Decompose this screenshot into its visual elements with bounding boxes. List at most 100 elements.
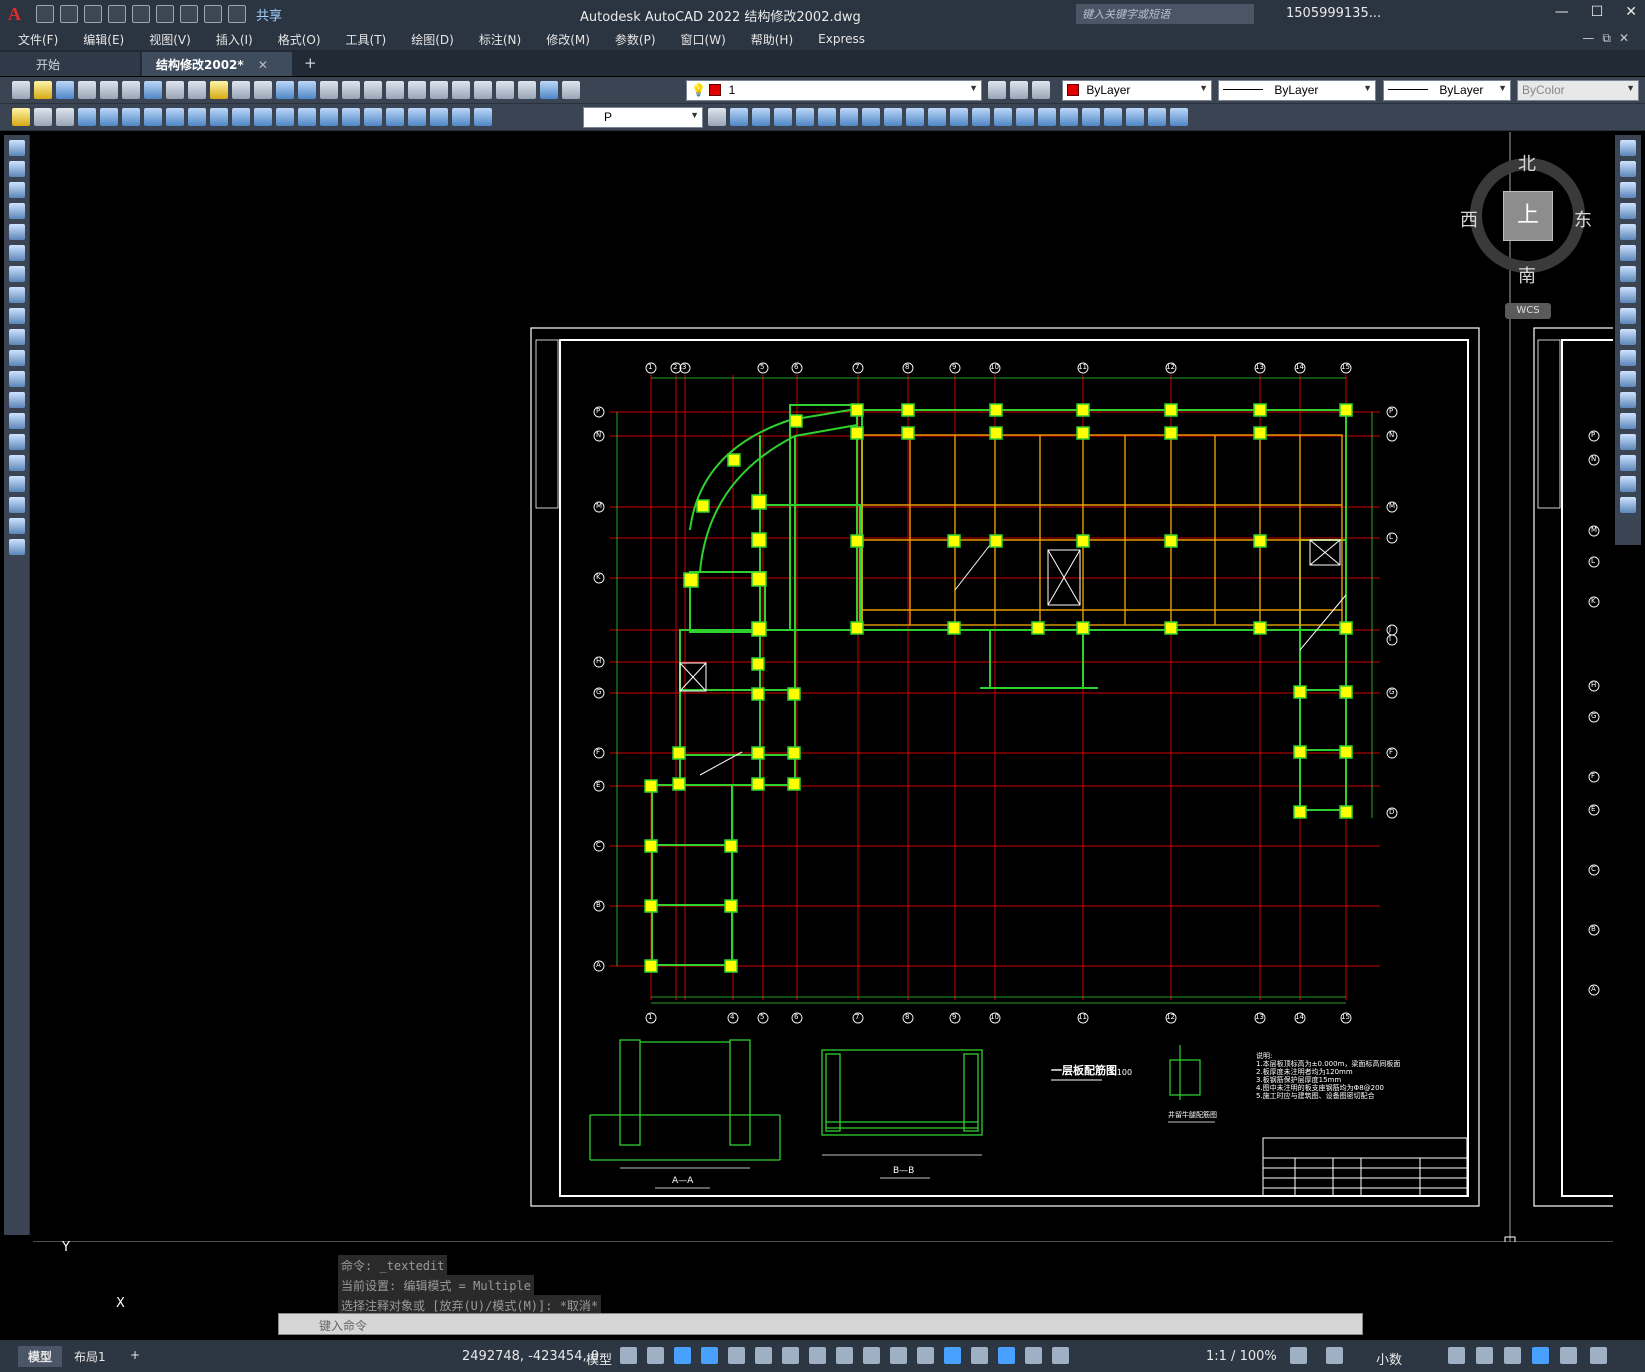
explode-side-icon[interactable]: [1620, 497, 1636, 513]
menu-draw[interactable]: 绘图(D): [411, 31, 454, 48]
menu-file[interactable]: 文件(F): [18, 31, 58, 48]
join-icon[interactable]: [994, 108, 1012, 126]
save-icon[interactable]: [84, 5, 102, 23]
cut-icon[interactable]: [166, 81, 184, 99]
offset-side-icon[interactable]: [1620, 203, 1636, 219]
grid-icon[interactable]: [620, 1347, 637, 1364]
user-account[interactable]: 1505999135...: [1286, 6, 1381, 21]
wcs-menu[interactable]: WCS: [1505, 303, 1551, 319]
trim-side-icon[interactable]: [1620, 329, 1636, 345]
make-current-layer-icon[interactable]: [988, 81, 1006, 99]
fillet-side-icon[interactable]: [1620, 455, 1636, 471]
undo-icon[interactable]: [204, 5, 222, 23]
erase-icon[interactable]: [730, 108, 748, 126]
help-icon[interactable]: [540, 81, 558, 99]
command-input[interactable]: 键入命令: [278, 1313, 1363, 1335]
scale-icon[interactable]: [884, 108, 902, 126]
paste-icon[interactable]: [210, 81, 228, 99]
zoom-previous-icon[interactable]: [386, 81, 404, 99]
menu-tools[interactable]: 工具(T): [346, 31, 387, 48]
dim-angular-icon[interactable]: [232, 108, 250, 126]
break-icon[interactable]: [972, 108, 990, 126]
viewcube-north[interactable]: 北: [1518, 150, 1536, 176]
redo-icon[interactable]: [228, 5, 246, 23]
dynamic-ucs-icon[interactable]: [944, 1347, 961, 1364]
model-space-button[interactable]: 模型: [586, 1349, 612, 1368]
plot-file-icon[interactable]: [78, 81, 96, 99]
annotation-scale[interactable]: 1:1 / 100%: [1206, 1349, 1277, 1364]
menu-help[interactable]: 帮助(H): [751, 31, 793, 48]
tab-active-drawing[interactable]: 结构修改2002* ✕: [142, 52, 292, 76]
arc-icon[interactable]: [9, 245, 25, 261]
object-snap-icon[interactable]: [809, 1347, 826, 1364]
dim-baseline-icon[interactable]: [276, 108, 294, 126]
layer-dropdown[interactable]: 💡 1 ▼: [686, 80, 982, 101]
viewcube-east[interactable]: 东: [1574, 206, 1592, 232]
rotate-side-icon[interactable]: [1620, 266, 1636, 282]
plotstyle-dropdown[interactable]: ByColor ▼: [1517, 80, 1639, 101]
open-icon[interactable]: [60, 5, 78, 23]
point-icon[interactable]: [1148, 108, 1166, 126]
ellipse-icon[interactable]: [9, 329, 25, 345]
linetype-dropdown[interactable]: ByLayer ▼: [1218, 80, 1376, 101]
region-icon[interactable]: [9, 476, 25, 492]
dim-space-icon[interactable]: [320, 108, 338, 126]
selection-cycling-icon[interactable]: [890, 1347, 907, 1364]
join-side-icon[interactable]: [1620, 413, 1636, 429]
draworder-icon[interactable]: [1082, 108, 1100, 126]
mirror-side-icon[interactable]: [1620, 182, 1636, 198]
mtext-icon[interactable]: [9, 518, 25, 534]
close-button[interactable]: ✕: [1625, 4, 1637, 20]
autocad-logo[interactable]: A: [8, 3, 30, 25]
lock-ui-icon[interactable]: [1476, 1347, 1493, 1364]
dim-break-icon[interactable]: [342, 108, 360, 126]
viewcube-west[interactable]: 西: [1460, 206, 1478, 232]
publish-icon[interactable]: [122, 81, 140, 99]
selection-filter-icon[interactable]: [971, 1347, 988, 1364]
point-draw-icon[interactable]: [9, 413, 25, 429]
tab-start[interactable]: 开始: [0, 52, 140, 76]
viewcube-top-face[interactable]: 上: [1503, 191, 1553, 241]
dim-continue-icon[interactable]: [298, 108, 316, 126]
save-as-icon[interactable]: [108, 5, 126, 23]
web-icon[interactable]: [144, 81, 162, 99]
zoom-realtime-icon[interactable]: [342, 81, 360, 99]
isolate-objects-icon[interactable]: [1504, 1347, 1521, 1364]
infer-constraints-icon[interactable]: [674, 1347, 691, 1364]
blend-side-icon[interactable]: [1620, 476, 1636, 492]
annotation-visibility-icon[interactable]: [1025, 1347, 1042, 1364]
undo-tool-icon[interactable]: [276, 81, 294, 99]
menu-window[interactable]: 窗口(W): [681, 31, 726, 48]
block-icon[interactable]: [9, 392, 25, 408]
layer-previous-icon[interactable]: [1010, 81, 1028, 99]
polar-icon[interactable]: [728, 1347, 745, 1364]
color-dropdown[interactable]: ByLayer ▼: [1062, 80, 1212, 101]
array-icon[interactable]: [818, 108, 836, 126]
tool-palettes-icon[interactable]: [452, 81, 470, 99]
dim-edit-icon[interactable]: [430, 108, 448, 126]
array-side-icon[interactable]: [1620, 224, 1636, 240]
auto-scale-icon[interactable]: [1052, 1347, 1069, 1364]
minimize-button[interactable]: —: [1555, 4, 1569, 20]
menu-parametric[interactable]: 参数(P): [615, 31, 656, 48]
gizmo-icon[interactable]: [998, 1347, 1015, 1364]
dim-linear-icon[interactable]: [78, 108, 96, 126]
spline-icon[interactable]: [9, 308, 25, 324]
mirror-icon[interactable]: [774, 108, 792, 126]
open-file-icon[interactable]: [34, 81, 52, 99]
revcloud-icon[interactable]: [9, 287, 25, 303]
layer-states-icon[interactable]: [1032, 81, 1050, 99]
qnew-icon[interactable]: [12, 81, 30, 99]
transparency-icon[interactable]: [863, 1347, 880, 1364]
rotate-icon[interactable]: [862, 108, 880, 126]
menu-modify[interactable]: 修改(M): [546, 31, 590, 48]
hatch-icon[interactable]: [1170, 108, 1188, 126]
menu-view[interactable]: 视图(V): [149, 31, 191, 48]
move-side-icon[interactable]: [1620, 245, 1636, 261]
layer-walk-icon[interactable]: [56, 108, 74, 126]
block-editor-icon[interactable]: [254, 81, 272, 99]
properties-icon[interactable]: [408, 81, 426, 99]
calculator-icon[interactable]: [518, 81, 536, 99]
dim-aligned-icon[interactable]: [100, 108, 118, 126]
tab-close-icon[interactable]: ✕: [258, 58, 268, 72]
